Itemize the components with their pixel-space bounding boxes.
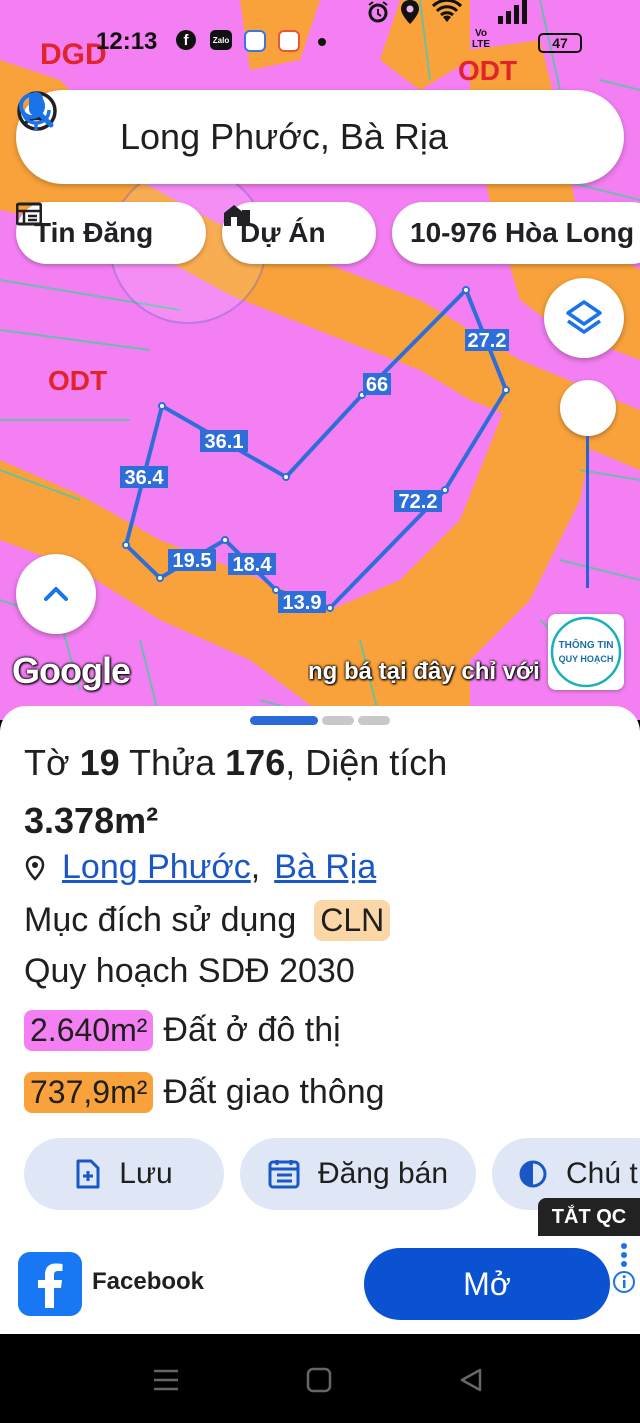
opacity-slider-handle[interactable] [560, 380, 616, 436]
contrast-icon [519, 1160, 547, 1188]
plan-item-label: Đất giao thông [163, 1073, 385, 1111]
listing-icon [16, 202, 42, 226]
back-icon[interactable] [458, 1367, 484, 1393]
edge-length-label: 36.1 [205, 431, 244, 453]
save-button[interactable]: Lưu [24, 1138, 224, 1210]
plan-item-residential: 2.640m² Đất ở đô thị [24, 1010, 341, 1051]
close-ad-button[interactable]: TẮT QC [538, 1198, 640, 1236]
google-logo: Google [12, 650, 131, 691]
map-view[interactable]: DGD ODT ODT 27.2 66 36.1 36.4 72.2 19.5 18.4 13… [0, 0, 640, 720]
volte-icon: Vo LTE [471, 28, 491, 50]
badge-line1: THÔNG TIN [558, 640, 614, 651]
layers-button[interactable] [544, 278, 624, 358]
planning-info-badge[interactable]: THÔNG TIN QUY HOẠCH [548, 614, 624, 690]
chip-label: Tin Đăng [34, 217, 154, 248]
badge-line2: QUY HOẠCH [558, 654, 614, 664]
sheet-number: 19 [79, 742, 120, 783]
chip-label: Dự Án [240, 217, 326, 248]
parcel-number: 176 [225, 742, 286, 783]
sheet-handle[interactable] [358, 716, 390, 725]
edge-length-label: 13.9 [283, 592, 322, 614]
chip-tin-dang[interactable]: Tin Đăng [16, 202, 206, 264]
usage-row: Mục đích sử dụng CLN [24, 900, 400, 941]
app-icon [244, 30, 266, 52]
chevron-up-icon [44, 587, 68, 601]
facebook-icon: f [176, 30, 196, 50]
zone-label: ODT [48, 365, 107, 396]
status-bar: 12:13 f Zalo Vo LTE 47 [0, 0, 640, 80]
more-options-icon[interactable] [618, 1242, 630, 1270]
edge-length-label: 36.4 [125, 467, 165, 489]
chip-parcel-address[interactable]: 10-976 Hòa Long [392, 202, 640, 264]
opacity-slider-track[interactable] [586, 436, 589, 588]
signal-icon [498, 0, 527, 24]
plan-heading: Quy hoạch SDĐ 2030 [24, 952, 355, 990]
search-bar[interactable]: Long Phước, Bà Rịa [16, 90, 624, 184]
location-city-link[interactable]: Bà Rịa [274, 848, 376, 887]
plan-item-label: Đất ở đô thị [163, 1011, 341, 1049]
wifi-icon [432, 0, 462, 22]
usage-code-badge: CLN [314, 900, 391, 941]
home-icon[interactable] [306, 1367, 332, 1393]
usage-label: Mục đích sử dụng [24, 901, 297, 939]
menu-icon[interactable] [152, 1368, 180, 1392]
ad-app-name: Facebook [92, 1268, 205, 1295]
alarm-icon [368, 1, 388, 23]
battery-icon: 47 [538, 33, 582, 53]
ad-marquee-text: ng bá tại đây chỉ với [308, 658, 540, 685]
dot-icon [318, 38, 326, 46]
planning-info-logo [550, 616, 622, 688]
edge-length-label: 27.2 [468, 330, 507, 352]
edge-length-label: 18.4 [233, 554, 273, 576]
edge-length-label: 72.2 [399, 491, 438, 513]
parcel-info-sheet[interactable]: Tờ 19 Thửa 176, Diện tích 3.378m² Long P… [0, 706, 640, 1236]
search-query[interactable]: Long Phước, Bà Rịa [120, 116, 448, 158]
plan-item-traffic: 737,9m² Đất giao thông [24, 1072, 385, 1113]
status-time: 12:13 [96, 28, 158, 55]
project-icon [224, 205, 250, 226]
post-sale-button[interactable]: Đăng bán [240, 1138, 476, 1210]
facebook-icon [18, 1252, 82, 1316]
plan-area-badge: 2.640m² [24, 1010, 154, 1051]
sheet-handle-active[interactable] [250, 716, 318, 725]
chip-du-an[interactable]: Dự Án [222, 202, 376, 264]
system-nav-bar [0, 1334, 640, 1423]
chip-label: 10-976 Hòa Long [410, 217, 635, 248]
edge-length-label: 19.5 [173, 550, 212, 572]
zalo-icon: Zalo [210, 30, 232, 50]
parcel-area: 3.378m² [24, 800, 159, 841]
parcel-location: Long Phước, Bà Rịa [24, 848, 376, 887]
location-icon [401, 0, 419, 24]
game-icon [278, 30, 300, 52]
layers-icon [566, 300, 602, 334]
open-app-button[interactable]: Mở [364, 1248, 610, 1320]
ad-banner[interactable]: Facebook Mở [0, 1236, 640, 1334]
calendar-list-icon [268, 1160, 300, 1189]
location-pin-icon [25, 855, 45, 881]
bookmark-add-icon [76, 1159, 100, 1189]
expand-button[interactable] [16, 554, 96, 634]
edge-length-label: 66 [366, 374, 388, 396]
plan-area-badge: 737,9m² [24, 1072, 154, 1113]
ad-info-icon[interactable] [612, 1270, 636, 1294]
sheet-handle[interactable] [322, 716, 354, 725]
parcel-title: Tờ 19 Thửa 176, Diện tích 3.378m² [24, 742, 448, 841]
mic-icon[interactable] [16, 90, 56, 132]
location-ward-link[interactable]: Long Phước [62, 848, 251, 887]
